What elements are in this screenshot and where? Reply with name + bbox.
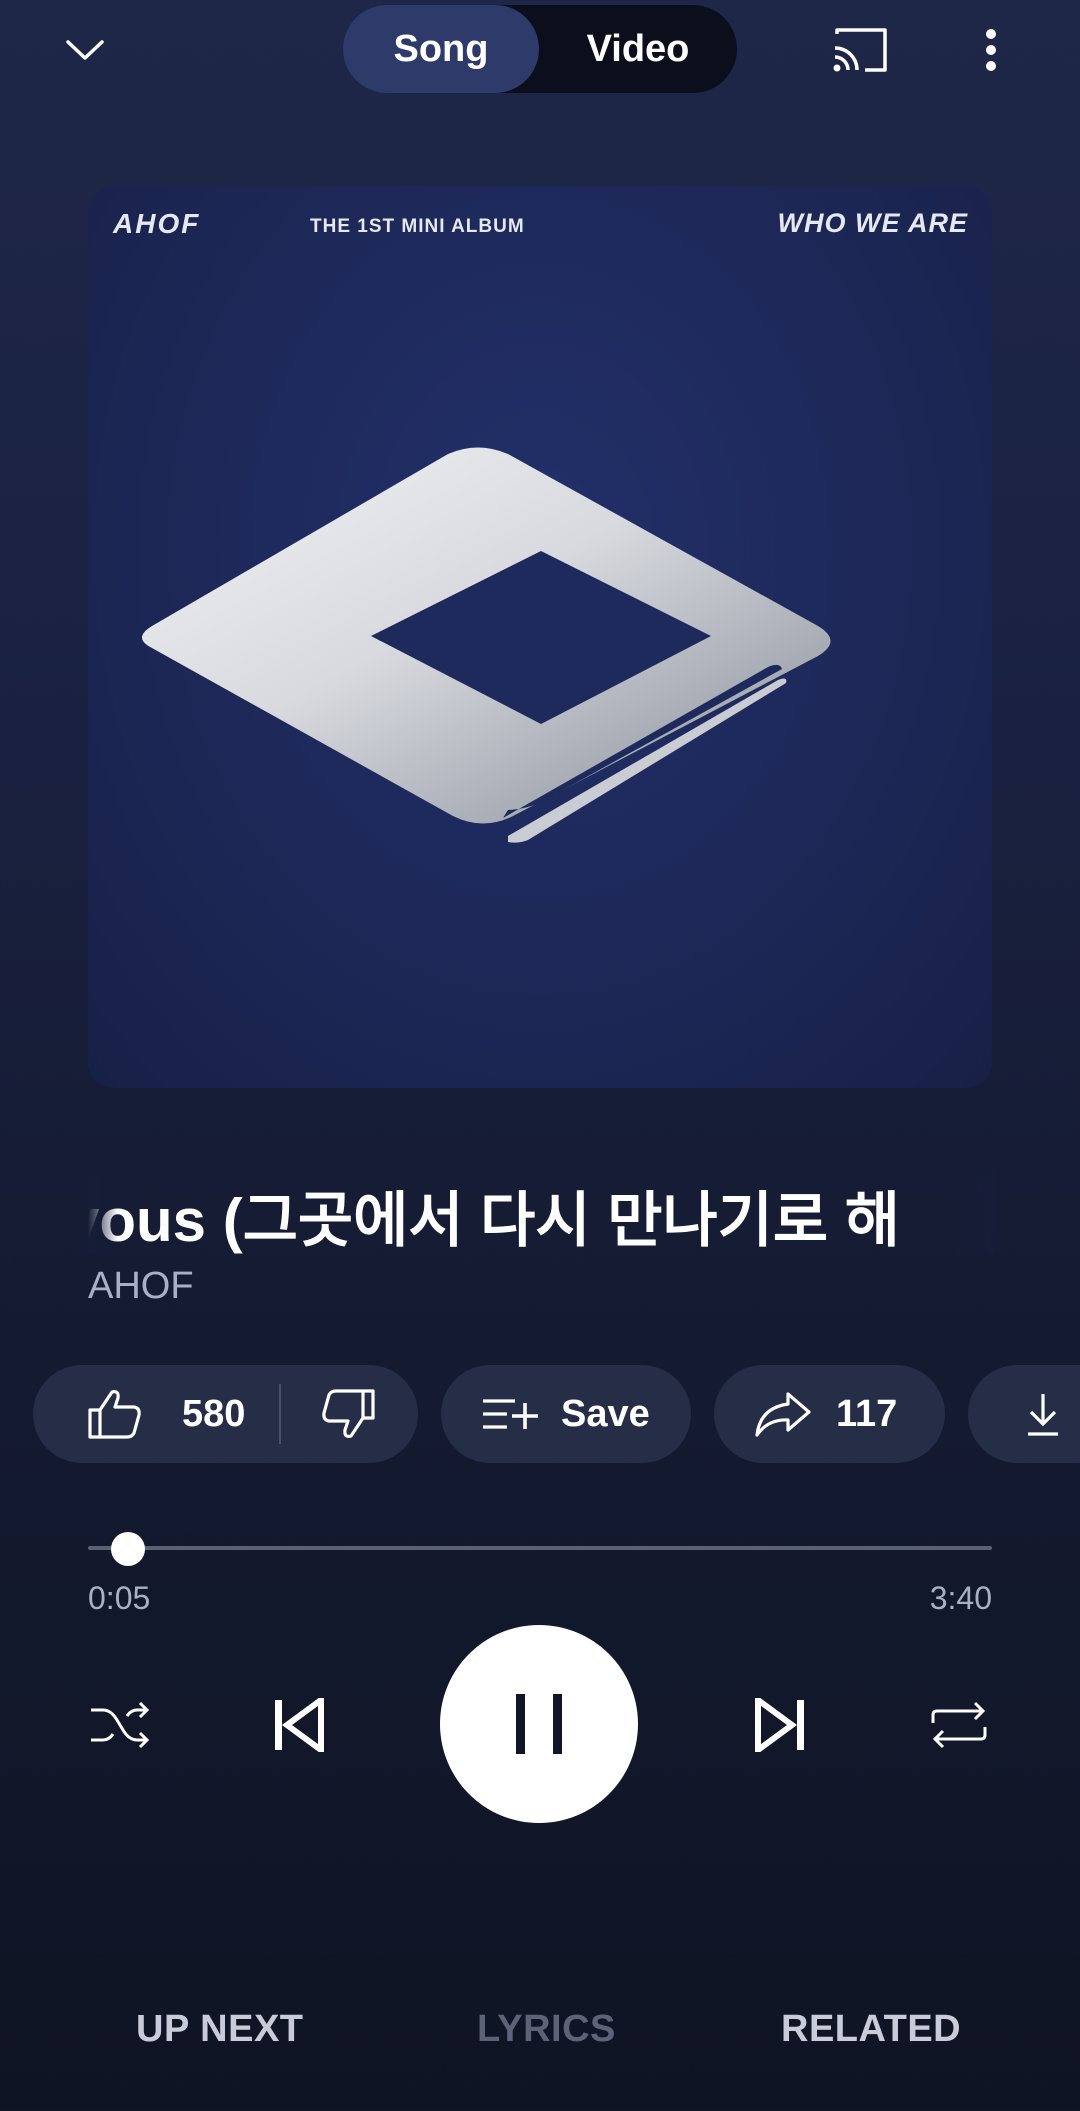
song-video-toggle: Song Video (343, 5, 737, 93)
progress-thumb[interactable] (110, 1532, 145, 1566)
thumb-down-icon (322, 1389, 376, 1438)
like-button[interactable] (86, 1388, 142, 1440)
more-options-button[interactable] (960, 15, 1022, 85)
video-toggle-option[interactable]: Video (539, 5, 737, 93)
cast-button[interactable] (825, 20, 895, 80)
tab-lyrics[interactable]: LYRICS (477, 2008, 616, 2051)
share-button[interactable]: 117 (714, 1365, 945, 1463)
song-toggle-option[interactable]: Song (343, 5, 539, 93)
title-fade-right (955, 1172, 995, 1254)
song-title: vous (그곳에서 다시 만나기로 해 (88, 1187, 900, 1254)
tab-up-next[interactable]: UP NEXT (136, 2008, 304, 2051)
skip-next-icon (755, 1698, 804, 1752)
total-time: 3:40 (929, 1580, 992, 1616)
current-time: 0:05 (88, 1580, 151, 1616)
playlist-add-icon (481, 1397, 539, 1431)
pause-icon (516, 1694, 562, 1754)
skip-previous-icon (275, 1698, 324, 1752)
chevron-down-icon (66, 40, 104, 60)
album-logo-shape (142, 447, 831, 843)
tab-related[interactable]: RELATED (781, 2008, 961, 2051)
shuffle-button[interactable] (85, 1690, 155, 1760)
artist-name[interactable]: AHOF (88, 1265, 194, 1308)
title-fade-left (88, 1172, 118, 1254)
dislike-button[interactable] (321, 1388, 377, 1440)
previous-button[interactable] (262, 1690, 332, 1760)
download-icon (1026, 1392, 1060, 1436)
repeat-icon (931, 1701, 987, 1749)
save-label: Save (561, 1392, 650, 1435)
thumb-up-icon (88, 1390, 141, 1439)
shuffle-icon (91, 1701, 150, 1749)
save-button[interactable]: Save (441, 1365, 691, 1463)
share-count: 117 (836, 1392, 898, 1435)
cast-icon (833, 28, 887, 72)
repeat-button[interactable] (924, 1690, 994, 1760)
more-vert-icon (986, 29, 996, 71)
progress-track[interactable] (88, 1546, 992, 1550)
like-dislike-chip: 580 (33, 1365, 418, 1463)
collapse-player-button[interactable] (50, 20, 120, 80)
share-icon (754, 1390, 812, 1438)
download-button[interactable] (968, 1365, 1080, 1463)
album-art: AHOF THE 1ST MINI ALBUM WHO WE ARE (88, 186, 992, 1088)
next-button[interactable] (747, 1690, 817, 1760)
pause-button[interactable] (440, 1625, 638, 1823)
like-count: 580 (182, 1392, 246, 1435)
chip-divider (279, 1384, 282, 1444)
